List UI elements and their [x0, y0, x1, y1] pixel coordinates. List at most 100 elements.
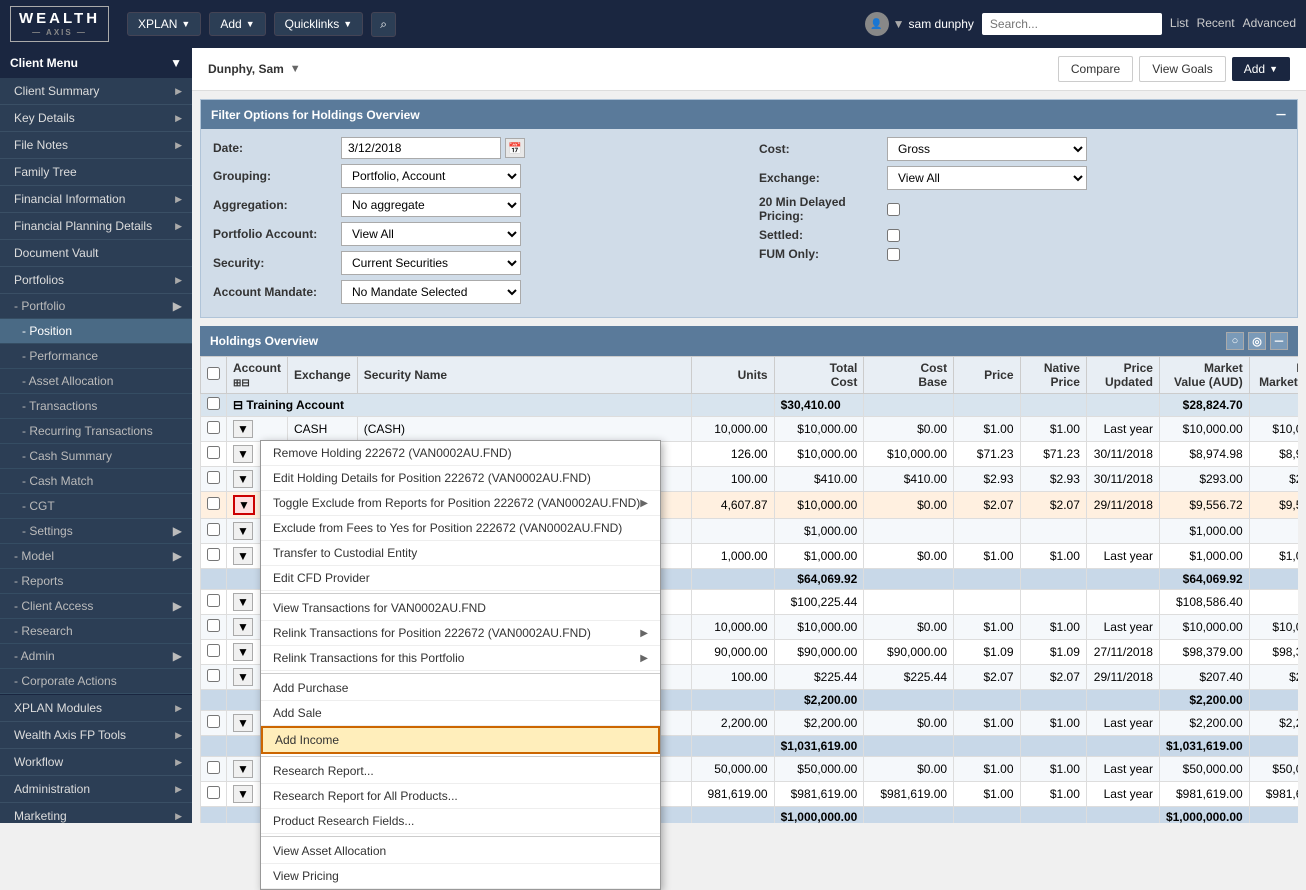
context-menu-item-research-report[interactable]: Research Report...	[261, 759, 660, 784]
row-checkbox[interactable]	[207, 594, 220, 607]
compare-button[interactable]: Compare	[1058, 56, 1133, 82]
context-menu-trigger[interactable]: ▼	[233, 470, 253, 488]
context-menu-trigger[interactable]: ▼	[233, 547, 253, 565]
sidebar-item-portfolios[interactable]: Portfolios ▶	[0, 267, 192, 294]
sidebar-sub-performance[interactable]: - Performance	[0, 344, 192, 369]
search-icon-button[interactable]: ⌕	[371, 12, 396, 37]
context-menu-trigger[interactable]: ▼	[233, 714, 253, 732]
row-checkbox[interactable]	[207, 786, 220, 799]
context-menu-trigger[interactable]: ▼	[233, 445, 253, 463]
sidebar-item-file-notes[interactable]: File Notes ▶	[0, 132, 192, 159]
advanced-link[interactable]: Advanced	[1243, 16, 1296, 30]
sidebar-sub-cash-summary[interactable]: - Cash Summary	[0, 444, 192, 469]
row-checkbox[interactable]	[207, 523, 220, 536]
context-menu-trigger[interactable]: ▼	[233, 760, 253, 778]
sidebar-item-family-tree[interactable]: Family Tree	[0, 159, 192, 186]
view-goals-button[interactable]: View Goals	[1139, 56, 1225, 82]
sidebar-sub-model[interactable]: - Model ▶	[0, 544, 192, 569]
minus-icon[interactable]: －	[1270, 332, 1288, 350]
context-menu-trigger-active[interactable]: ▼	[233, 495, 255, 515]
security-select[interactable]: Current Securities	[341, 251, 521, 275]
add-main-button[interactable]: Add ▼	[1232, 57, 1290, 81]
select-all-checkbox[interactable]	[207, 367, 220, 380]
context-menu-trigger[interactable]: ▼	[233, 593, 253, 611]
sidebar-sub-corporate-actions[interactable]: - Corporate Actions	[0, 669, 192, 694]
client-menu-header[interactable]: Client Menu ▼	[0, 48, 192, 78]
sidebar-item-key-details[interactable]: Key Details ▶	[0, 105, 192, 132]
context-menu-item-view-transactions[interactable]: View Transactions for VAN0002AU.FND	[261, 596, 660, 621]
context-menu-trigger[interactable]: ▼	[233, 618, 253, 636]
row-checkbox[interactable]	[207, 619, 220, 632]
sidebar-item-marketing[interactable]: Marketing ▶	[0, 803, 192, 823]
list-link[interactable]: List	[1170, 16, 1189, 30]
context-menu-item-exclude-fees[interactable]: Exclude from Fees to Yes for Position 22…	[261, 516, 660, 541]
context-menu-item-relink-portfolio[interactable]: Relink Transactions for this Portfolio ▶	[261, 646, 660, 671]
row-checkbox[interactable]	[207, 421, 220, 434]
context-menu-trigger[interactable]: ▼	[233, 785, 253, 803]
sidebar-item-wealth-axis-fp[interactable]: Wealth Axis FP Tools ▶	[0, 722, 192, 749]
sidebar-item-financial-planning[interactable]: Financial Planning Details ▶	[0, 213, 192, 240]
row-checkbox[interactable]	[207, 446, 220, 459]
sidebar-sub-cgt[interactable]: - CGT	[0, 494, 192, 519]
grouping-select[interactable]: Portfolio, Account	[341, 164, 521, 188]
row-checkbox[interactable]	[207, 644, 220, 657]
row-checkbox[interactable]	[207, 548, 220, 561]
row-checkbox[interactable]	[207, 497, 220, 510]
row-checkbox[interactable]	[207, 761, 220, 774]
context-menu-item-edit-holding[interactable]: Edit Holding Details for Position 222672…	[261, 466, 660, 491]
context-menu-item-add-income[interactable]: Add Income	[261, 726, 660, 754]
sidebar-item-client-summary[interactable]: Client Summary ▶	[0, 78, 192, 105]
row-checkbox[interactable]	[207, 715, 220, 728]
settled-checkbox[interactable]	[887, 229, 900, 242]
context-menu-item-transfer[interactable]: Transfer to Custodial Entity	[261, 541, 660, 566]
context-menu-item-toggle-exclude[interactable]: Toggle Exclude from Reports for Position…	[261, 491, 660, 516]
row-checkbox[interactable]	[207, 669, 220, 682]
context-menu-trigger[interactable]: ▼	[233, 522, 253, 540]
account-mandate-select[interactable]: No Mandate Selected	[341, 280, 521, 304]
context-menu-trigger[interactable]: ▼	[233, 643, 253, 661]
filter-collapse-icon[interactable]: －	[1275, 106, 1287, 123]
exchange-select[interactable]: View All	[887, 166, 1087, 190]
fum-only-checkbox[interactable]	[887, 248, 900, 261]
row-checkbox[interactable]	[207, 471, 220, 484]
sidebar-item-xplan-modules[interactable]: XPLAN Modules ▶	[0, 695, 192, 722]
context-menu-item-remove[interactable]: Remove Holding 222672 (VAN0002AU.FND)	[261, 441, 660, 466]
aggregation-select[interactable]: No aggregate	[341, 193, 521, 217]
sidebar-sub-research[interactable]: - Research	[0, 619, 192, 644]
sidebar-sub-reports[interactable]: - Reports	[0, 569, 192, 594]
sidebar-sub-cash-match[interactable]: - Cash Match	[0, 469, 192, 494]
add-button[interactable]: Add ▼	[209, 12, 265, 36]
expand-icon[interactable]: ⊟	[233, 398, 243, 412]
sidebar-item-administration[interactable]: Administration ▶	[0, 776, 192, 803]
sidebar-sub-settings[interactable]: - Settings ▶	[0, 519, 192, 544]
sidebar-sub-asset-allocation[interactable]: - Asset Allocation	[0, 369, 192, 394]
circle-icon-1[interactable]: ○	[1226, 332, 1244, 350]
sidebar-sub-transactions[interactable]: - Transactions	[0, 394, 192, 419]
recent-link[interactable]: Recent	[1197, 16, 1235, 30]
xplan-button[interactable]: XPLAN ▼	[127, 12, 201, 36]
cost-select[interactable]: Gross	[887, 137, 1087, 161]
context-menu-trigger[interactable]: ▼	[233, 668, 253, 686]
context-menu-item-edit-cfd[interactable]: Edit CFD Provider	[261, 566, 660, 591]
context-menu-item-relink-transactions[interactable]: Relink Transactions for Position 222672 …	[261, 621, 660, 646]
sidebar-item-workflow[interactable]: Workflow ▶	[0, 749, 192, 776]
sidebar-item-document-vault[interactable]: Document Vault	[0, 240, 192, 267]
sidebar-sub-portfolio[interactable]: - Portfolio ▶	[0, 294, 192, 319]
quicklinks-button[interactable]: Quicklinks ▼	[274, 12, 364, 36]
sidebar-sub-admin[interactable]: - Admin ▶	[0, 644, 192, 669]
calendar-icon[interactable]: 📅	[505, 138, 525, 158]
context-menu-item-add-purchase[interactable]: Add Purchase	[261, 676, 660, 701]
sidebar-sub-client-access[interactable]: - Client Access ▶	[0, 594, 192, 619]
context-menu-trigger[interactable]: ▼	[233, 420, 253, 438]
group-row-checkbox[interactable]	[207, 397, 220, 410]
sidebar-sub-recurring-transactions[interactable]: - Recurring Transactions	[0, 419, 192, 444]
portfolio-account-select[interactable]: View All	[341, 222, 521, 246]
date-input[interactable]	[341, 137, 501, 159]
context-menu-item-research-all[interactable]: Research Report for All Products...	[261, 784, 660, 809]
delayed-pricing-checkbox[interactable]	[887, 203, 900, 216]
sidebar-item-financial-info[interactable]: Financial Information ▶	[0, 186, 192, 213]
context-menu-item-product-research[interactable]: Product Research Fields...	[261, 809, 660, 823]
sidebar-sub-position[interactable]: - Position	[0, 319, 192, 344]
circle-icon-2[interactable]: ◎	[1248, 332, 1266, 350]
search-input[interactable]	[982, 13, 1162, 35]
